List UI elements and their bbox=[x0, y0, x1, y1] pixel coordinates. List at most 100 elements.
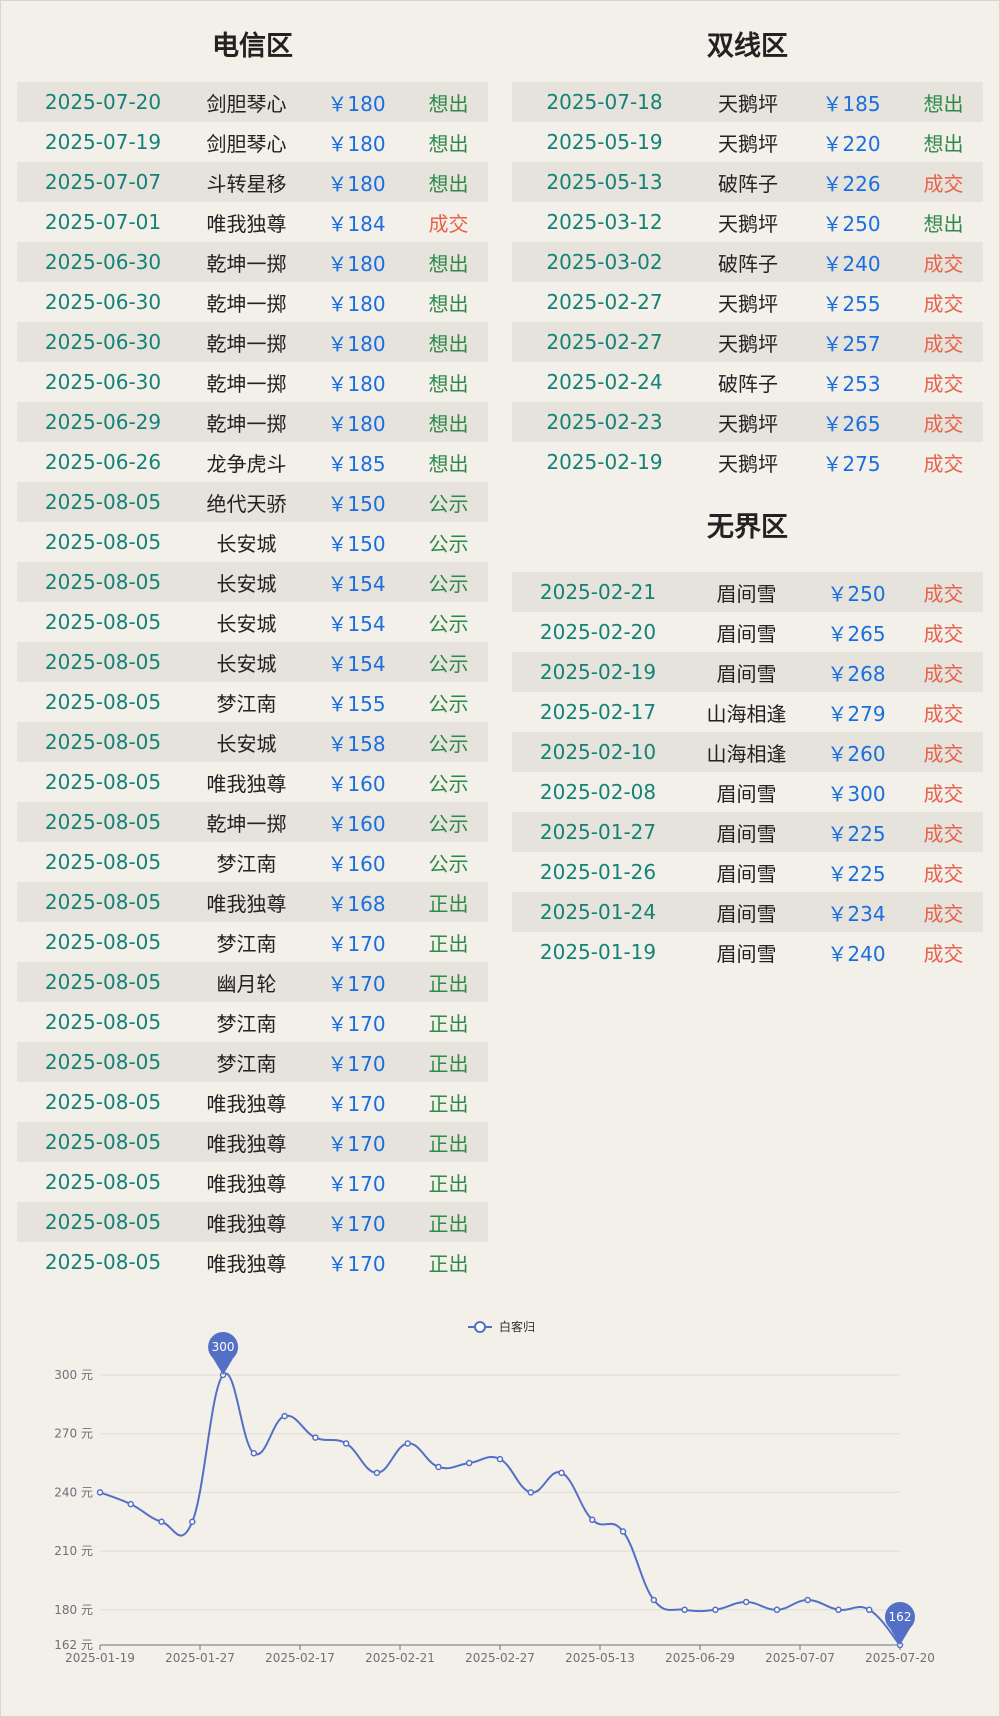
row-price: ￥250 bbox=[827, 581, 886, 606]
table-row: 2025-06-30 乾坤一掷 ￥180 想出 bbox=[17, 242, 488, 282]
data-point bbox=[835, 1606, 842, 1614]
data-point bbox=[865, 1606, 873, 1614]
table-row: 2025-02-17 山海相逢 ￥279 成交 bbox=[512, 692, 983, 732]
row-date: 2025-02-20 bbox=[539, 620, 657, 644]
row-price: ￥220 bbox=[822, 131, 881, 156]
row-price: ￥170 bbox=[327, 1131, 386, 1156]
row-status: 成交 bbox=[923, 901, 964, 926]
row-price: ￥240 bbox=[827, 941, 886, 966]
data-point bbox=[650, 1596, 658, 1604]
row-price: ￥180 bbox=[327, 91, 386, 116]
table-row: 2025-05-13 破阵子 ￥226 成交 bbox=[512, 162, 983, 202]
table-row: 2025-08-05 长安城 ￥154 公示 bbox=[17, 562, 488, 602]
row-status: 正出 bbox=[428, 1051, 469, 1076]
table-row: 2025-03-02 破阵子 ￥240 成交 bbox=[512, 242, 983, 282]
row-server: 长安城 bbox=[216, 651, 277, 676]
table-row: 2025-08-05 唯我独尊 ￥170 正出 bbox=[17, 1162, 488, 1202]
table-row: 2025-08-05 梦江南 ￥170 正出 bbox=[17, 1042, 488, 1082]
row-price: ￥170 bbox=[327, 1171, 386, 1196]
table-row: 2025-08-05 长安城 ￥158 公示 bbox=[17, 722, 488, 762]
row-price: ￥158 bbox=[327, 731, 386, 756]
row-status: 公示 bbox=[428, 491, 469, 516]
row-server: 破阵子 bbox=[718, 371, 778, 396]
data-point bbox=[127, 1500, 135, 1508]
row-price: ￥185 bbox=[822, 91, 881, 116]
row-server: 乾坤一掷 bbox=[206, 291, 287, 316]
row-server: 眉间雪 bbox=[716, 781, 777, 806]
data-point bbox=[342, 1440, 350, 1447]
table-row: 2025-06-26 龙争虎斗 ￥185 想出 bbox=[17, 442, 488, 482]
row-status: 成交 bbox=[923, 701, 964, 726]
table-row: 2025-02-24 破阵子 ￥253 成交 bbox=[512, 362, 983, 402]
row-status: 公示 bbox=[428, 531, 469, 556]
x-tick-label: 2025-02-17 bbox=[265, 1651, 335, 1665]
row-price: ￥260 bbox=[827, 741, 886, 766]
table-row: 2025-08-05 长安城 ￥154 公示 bbox=[17, 602, 488, 642]
row-server: 长安城 bbox=[216, 731, 277, 756]
row-date: 2025-06-30 bbox=[44, 250, 162, 274]
table-row: 2025-02-27 天鹅坪 ￥257 成交 bbox=[512, 322, 983, 362]
row-price: ￥160 bbox=[327, 771, 386, 796]
row-status: 成交 bbox=[923, 621, 964, 646]
row-price: ￥154 bbox=[327, 611, 386, 636]
row-server: 眉间雪 bbox=[716, 621, 777, 646]
row-price: ￥160 bbox=[327, 851, 386, 876]
data-point bbox=[681, 1606, 688, 1614]
row-status: 公示 bbox=[428, 771, 469, 796]
table-row: 2025-08-05 梦江南 ￥160 公示 bbox=[17, 842, 488, 882]
row-status: 正出 bbox=[428, 1011, 469, 1036]
data-point bbox=[404, 1440, 411, 1447]
row-date: 2025-02-27 bbox=[546, 290, 663, 314]
row-price: ￥300 bbox=[827, 781, 886, 806]
row-price: ￥180 bbox=[327, 131, 386, 156]
row-server: 梦江南 bbox=[216, 1011, 277, 1036]
table-row: 2025-08-05 绝代天骄 ￥150 公示 bbox=[17, 482, 488, 522]
row-price: ￥265 bbox=[827, 621, 886, 646]
table-row: 2025-01-24 眉间雪 ￥234 成交 bbox=[512, 892, 983, 932]
row-server: 山海相逢 bbox=[706, 741, 787, 766]
x-tick-label: 2025-07-07 bbox=[765, 1651, 835, 1665]
data-point bbox=[435, 1463, 442, 1471]
row-price: ￥168 bbox=[327, 891, 386, 916]
row-status: 想出 bbox=[923, 131, 964, 156]
row-price: ￥170 bbox=[327, 971, 386, 996]
row-date: 2025-02-23 bbox=[546, 410, 663, 434]
row-status: 成交 bbox=[923, 781, 964, 806]
row-server: 幽月轮 bbox=[216, 971, 277, 996]
row-status: 想出 bbox=[428, 131, 469, 156]
row-server: 天鹅坪 bbox=[718, 451, 778, 476]
x-tick-label: 2025-01-27 bbox=[165, 1651, 235, 1665]
row-status: 成交 bbox=[923, 371, 964, 396]
price-line-chart: 162 元 180 元 210 元 240 元 270 元 300 元 2025-01-19… bbox=[54, 1319, 935, 1665]
table-row: 2025-07-20 剑胆琴心 ￥180 想出 bbox=[17, 82, 488, 122]
y-tick-label: 162 元 bbox=[54, 1638, 93, 1652]
row-server: 乾坤一掷 bbox=[206, 331, 287, 356]
table-row: 2025-06-30 乾坤一掷 ￥180 想出 bbox=[17, 362, 488, 402]
row-price: ￥150 bbox=[327, 531, 386, 556]
row-status: 正出 bbox=[428, 1251, 469, 1276]
x-tick-label: 2025-02-21 bbox=[365, 1651, 435, 1665]
row-server: 绝代天骄 bbox=[206, 491, 287, 516]
row-price: ￥180 bbox=[327, 291, 386, 316]
row-price: ￥170 bbox=[327, 1011, 386, 1036]
x-tick-label: 2025-05-13 bbox=[565, 1651, 635, 1665]
table-row: 2025-06-29 乾坤一掷 ￥180 想出 bbox=[17, 402, 488, 442]
row-price: ￥154 bbox=[327, 651, 386, 676]
y-tick-label: 270 元 bbox=[54, 1427, 93, 1441]
row-server: 眉间雪 bbox=[716, 941, 777, 966]
row-date: 2025-07-18 bbox=[546, 90, 663, 114]
table-row: 2025-08-05 长安城 ￥150 公示 bbox=[17, 522, 488, 562]
row-server: 唯我独尊 bbox=[206, 211, 287, 236]
table-row: 2025-08-05 唯我独尊 ￥170 正出 bbox=[17, 1082, 488, 1122]
row-server: 剑胆琴心 bbox=[206, 131, 287, 156]
row-date: 2025-08-05 bbox=[44, 1010, 162, 1034]
row-date: 2025-08-05 bbox=[44, 490, 162, 514]
row-date: 2025-01-19 bbox=[539, 940, 657, 964]
table-row: 2025-07-18 天鹅坪 ￥185 想出 bbox=[512, 82, 983, 122]
row-status: 正出 bbox=[428, 1211, 469, 1236]
row-status: 想出 bbox=[428, 171, 469, 196]
row-server: 天鹅坪 bbox=[718, 291, 778, 316]
telecom-title: 电信区 bbox=[212, 31, 293, 62]
row-server: 唯我独尊 bbox=[206, 1171, 287, 1196]
row-price: ￥180 bbox=[327, 411, 386, 436]
